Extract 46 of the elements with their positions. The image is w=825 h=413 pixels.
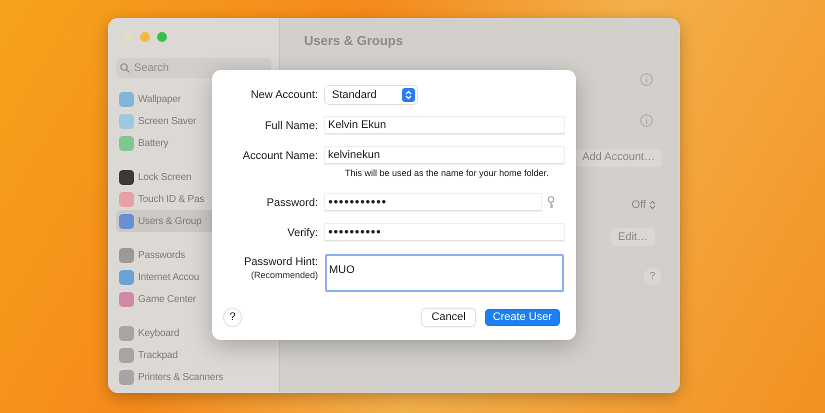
account-type-select[interactable]: Standard [325,86,417,104]
sidebar-item[interactable]: Trackpad [116,344,271,366]
settings-category-icon [119,348,134,362]
sidebar-item[interactable]: Lock Screen [116,166,271,188]
text-field[interactable]: ●●●●●●●●●● [325,224,564,240]
key-icon[interactable] [547,196,555,208]
settings-category-icon [119,270,134,284]
field-label: Full Name: [264,119,318,133]
auto-login-stepper[interactable]: Off [632,196,656,213]
minimize-window-icon[interactable] [140,32,150,42]
field-label: Verify: [287,226,318,240]
add-account-button[interactable]: Add Account… [575,148,662,166]
settings-category-icon [119,114,134,128]
field-label: Password Hint: [244,254,318,268]
field-label: New Account: [250,88,318,102]
field-sublabel: (Recommended) [250,268,318,280]
edit-button[interactable]: Edit… [611,228,655,246]
field-hint: This will be used as the name for your home folder. [345,167,550,180]
sidebar-item[interactable]: Game Center [116,288,271,310]
settings-category-icon [119,136,134,150]
field-label: Password: [266,196,318,210]
settings-category-icon [119,214,134,228]
field-label: Account Name: [242,149,318,163]
settings-category-icon [119,292,134,306]
settings-category-icon [119,370,134,384]
create-user-button[interactable]: Create User [484,309,560,326]
password-field[interactable]: ●●●●●●●●●●● [325,194,541,210]
text-field[interactable]: Kelvin Ekun [325,117,564,134]
settings-category-icon [119,326,134,340]
search-icon [120,63,130,73]
stepper-arrows-icon [402,88,415,102]
zoom-window-icon[interactable] [157,32,167,42]
settings-category-icon [119,92,134,106]
text-field[interactable]: kelvinekun [325,147,564,164]
info-icon[interactable] [640,114,653,126]
stepper-arrows-icon [649,200,656,210]
help-button[interactable]: ? [224,309,241,326]
sidebar-item[interactable]: Printers & Scanners [116,366,271,388]
help-button[interactable]: ? [644,268,661,285]
info-icon[interactable] [640,72,653,86]
settings-category-icon [119,170,134,184]
hint-text-area[interactable]: MUO [325,254,564,292]
settings-category-icon [119,248,134,262]
settings-category-icon [119,192,134,206]
cancel-button[interactable]: Cancel [422,309,475,326]
pane-title: Users & Groups [304,32,404,50]
